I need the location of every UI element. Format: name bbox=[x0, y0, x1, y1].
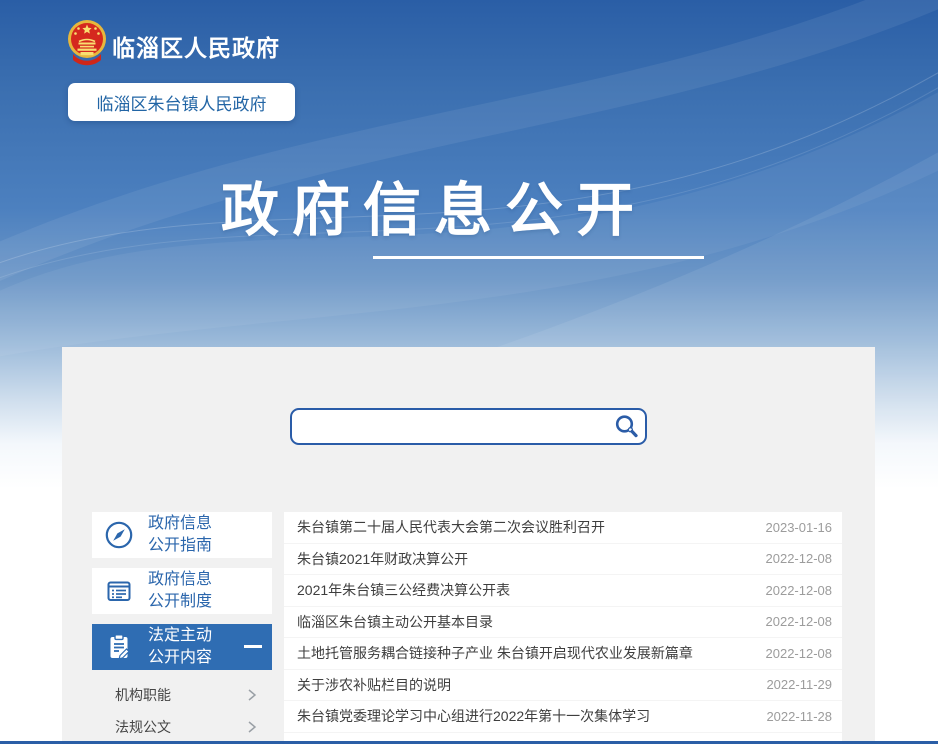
news-date: 2022-12-08 bbox=[766, 646, 833, 661]
compass-icon bbox=[104, 520, 134, 550]
search-input[interactable] bbox=[290, 408, 647, 445]
search-bar bbox=[290, 408, 647, 445]
news-row[interactable]: 临淄区朱台镇主动公开基本目录 2022-12-08 bbox=[284, 607, 842, 639]
news-date: 2023-01-16 bbox=[766, 520, 833, 535]
title-underline bbox=[373, 256, 704, 259]
news-row[interactable]: 朱台镇2021年财政决算公开 2022-12-08 bbox=[284, 544, 842, 576]
sub-site-button[interactable]: 临淄区朱台镇人民政府 bbox=[68, 83, 295, 121]
news-row[interactable]: 2021年朱台镇三公经费决算公开表 2022-12-08 bbox=[284, 575, 842, 607]
news-date: 2022-11-29 bbox=[766, 677, 832, 692]
sidebar-item-open-guide[interactable]: 政府信息 公开指南 bbox=[92, 512, 272, 558]
news-date: 2022-12-08 bbox=[766, 551, 833, 566]
news-date: 2022-12-08 bbox=[766, 614, 833, 629]
news-title[interactable]: 朱台镇党委理论学习中心组进行2022年第十一次集体学习 bbox=[297, 706, 650, 726]
sidebar-subitem-org-functions[interactable]: 机构职能 bbox=[92, 680, 272, 710]
sidebar: 政府信息 公开指南 政府信息 公开制度 bbox=[92, 512, 272, 744]
sidebar-item-open-rules[interactable]: 政府信息 公开制度 bbox=[92, 568, 272, 614]
news-row[interactable]: 朱台镇党委理论学习中心组进行2022年第十一次集体学习 2022-11-28 bbox=[284, 701, 842, 733]
news-title[interactable]: 临淄区朱台镇主动公开基本目录 bbox=[297, 612, 493, 632]
page-title: 政府信息公开 bbox=[221, 163, 647, 247]
magnifier-icon[interactable] bbox=[613, 413, 640, 440]
news-row[interactable]: 朱台镇第二十届人民代表大会第二次会议胜利召开 2023-01-16 bbox=[284, 512, 842, 544]
document-list-icon bbox=[104, 576, 134, 606]
news-row[interactable]: 土地托管服务耦合链接种子产业 朱台镇开启现代农业发展新篇章 2022-12-08 bbox=[284, 638, 842, 670]
sidebar-item-statutory-disclosure[interactable]: 法定主动 公开内容 bbox=[92, 624, 272, 670]
clipboard-pencil-icon bbox=[104, 632, 134, 662]
news-title[interactable]: 关于涉农补贴栏目的说明 bbox=[297, 675, 451, 695]
chevron-right-icon bbox=[247, 688, 257, 702]
sidebar-item-label: 政府信息 公开制度 bbox=[148, 569, 212, 614]
national-emblem-icon bbox=[66, 19, 108, 67]
sidebar-sub-list: 机构职能 法规公文 bbox=[92, 680, 272, 742]
sidebar-subitem-label: 法规公文 bbox=[115, 717, 171, 737]
news-title[interactable]: 土地托管服务耦合链接种子产业 朱台镇开启现代农业发展新篇章 bbox=[297, 643, 693, 663]
chevron-right-icon bbox=[247, 720, 257, 734]
sidebar-item-label: 法定主动 公开内容 bbox=[148, 625, 212, 670]
sidebar-subitem-laws-documents[interactable]: 法规公文 bbox=[92, 712, 272, 742]
content-panel: 政府信息 公开指南 政府信息 公开制度 bbox=[62, 347, 875, 741]
news-date: 2022-12-08 bbox=[766, 583, 833, 598]
news-row[interactable]: 关于涉农补贴栏目的说明 2022-11-29 bbox=[284, 670, 842, 702]
news-date: 2022-11-28 bbox=[766, 709, 832, 724]
news-list: 朱台镇第二十届人民代表大会第二次会议胜利召开 2023-01-16 朱台镇202… bbox=[284, 512, 842, 741]
sidebar-subitem-label: 机构职能 bbox=[115, 685, 171, 705]
collapse-indicator-icon[interactable] bbox=[244, 645, 262, 648]
news-title[interactable]: 朱台镇第二十届人民代表大会第二次会议胜利召开 bbox=[297, 517, 605, 537]
news-title[interactable]: 2021年朱台镇三公经费决算公开表 bbox=[297, 580, 510, 600]
news-title[interactable]: 朱台镇2021年财政决算公开 bbox=[297, 549, 468, 569]
site-title: 临淄区人民政府 bbox=[112, 29, 280, 63]
sidebar-item-label: 政府信息 公开指南 bbox=[148, 513, 212, 558]
